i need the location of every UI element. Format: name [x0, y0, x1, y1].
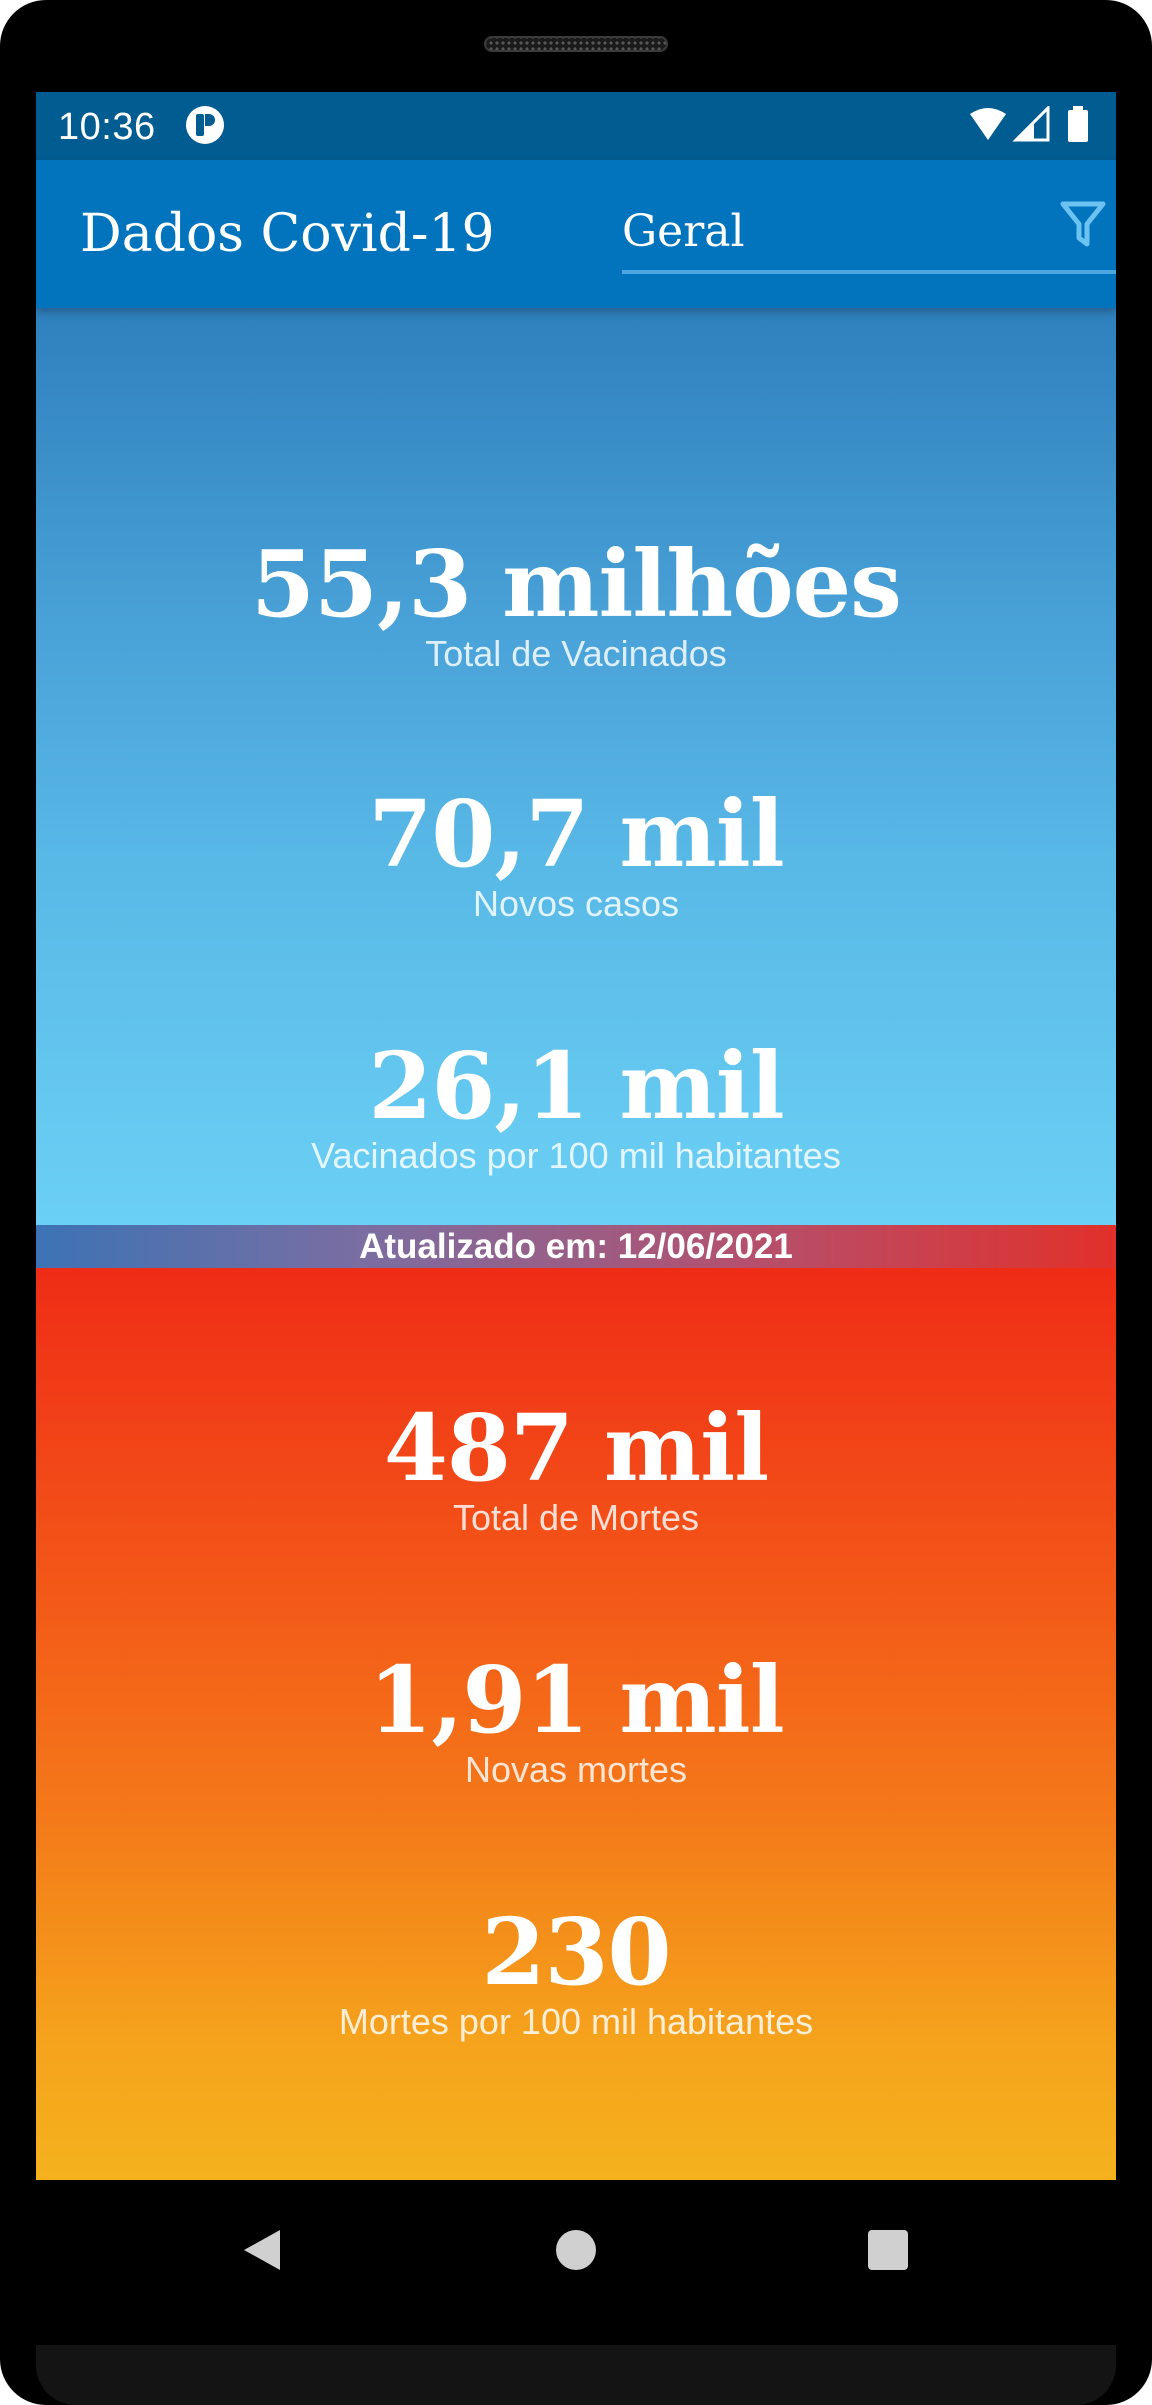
stat-label: Mortes por 100 mil habitantes	[338, 2001, 814, 2042]
speaker-grille	[484, 36, 668, 52]
stat-value: 1,91 mil	[368, 1646, 784, 1754]
screen: 10:36 Dados Covid-19 Geral 55,3 milhões …	[36, 92, 1116, 2180]
app-title: Dados Covid-19	[80, 204, 495, 264]
recents-icon[interactable]	[868, 2230, 908, 2270]
stat-value: 487 mil	[383, 1394, 769, 1502]
status-bar: 10:36	[36, 92, 1116, 160]
device-chin	[36, 2345, 1116, 2405]
app-bar: Dados Covid-19 Geral	[36, 160, 1116, 308]
filter-selected-value: Geral	[622, 206, 745, 257]
stat-new-cases: 70,7 mil Novos casos	[36, 782, 1116, 926]
stat-label: Novos casos	[472, 883, 680, 924]
stat-value: 70,7 mil	[368, 780, 784, 888]
updated-date: Atualizado em: 12/06/2021	[359, 1227, 793, 1266]
filter-icon[interactable]	[1060, 200, 1106, 252]
navigation-bar	[36, 2180, 1116, 2320]
home-icon[interactable]	[556, 2230, 596, 2270]
updated-date-strip: Atualizado em: 12/06/2021	[36, 1225, 1116, 1268]
filter-dropdown[interactable]: Geral	[622, 190, 1116, 274]
wifi-icon	[970, 108, 1006, 140]
vaccination-section: 55,3 milhões Total de Vacinados 70,7 mil…	[36, 308, 1116, 1225]
stat-value: 26,1 mil	[368, 1032, 784, 1140]
deaths-section: 487 mil Total de Mortes 1,91 mil Novas m…	[36, 1268, 1116, 2180]
stat-label: Total de Mortes	[452, 1497, 700, 1538]
battery-icon	[1068, 106, 1088, 142]
stat-total-deaths: 487 mil Total de Mortes	[36, 1396, 1116, 1540]
status-time: 10:36	[58, 106, 156, 148]
stat-value: 55,3 milhões	[251, 530, 902, 638]
stat-new-deaths: 1,91 mil Novas mortes	[36, 1648, 1116, 1792]
signal-icon	[1012, 106, 1050, 142]
stat-label: Vacinados por 100 mil habitantes	[311, 1135, 841, 1176]
status-icons	[968, 106, 1098, 146]
stat-label: Novas mortes	[464, 1749, 688, 1790]
back-icon[interactable]	[242, 2228, 282, 2276]
stat-vaccinated-per-100k: 26,1 mil Vacinados por 100 mil habitante…	[36, 1034, 1116, 1178]
stat-total-vaccinated: 55,3 milhões Total de Vacinados	[36, 532, 1116, 676]
app-notification-icon	[186, 106, 224, 144]
stat-value: 230	[481, 1898, 671, 2006]
stat-deaths-per-100k: 230 Mortes por 100 mil habitantes	[36, 1900, 1116, 2044]
stat-label: Total de Vacinados	[425, 633, 727, 674]
